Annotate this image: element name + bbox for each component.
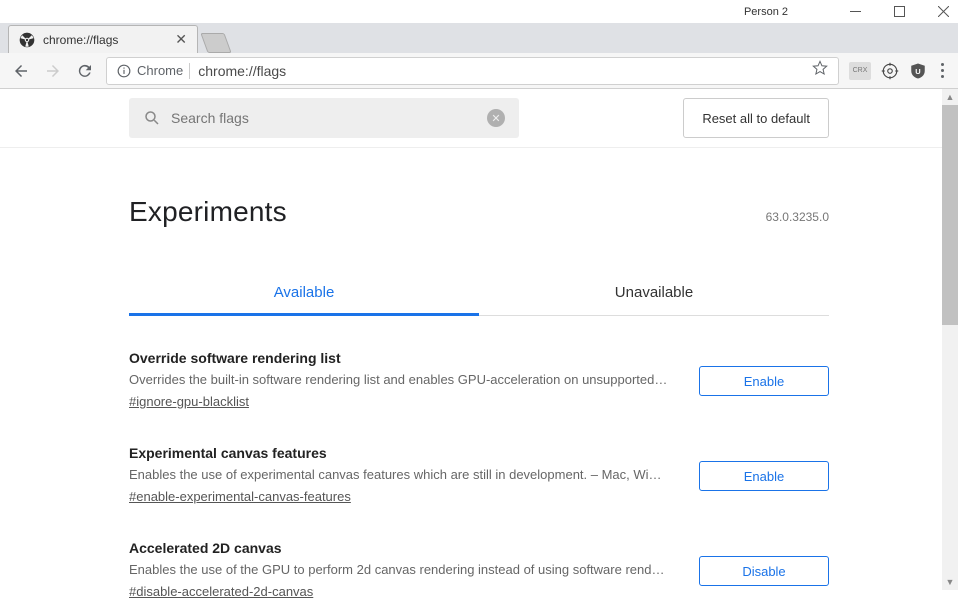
page-title: Experiments <box>129 196 287 228</box>
origin-chip: Chrome <box>117 63 190 79</box>
settings-extension-icon[interactable] <box>881 62 899 80</box>
scrollbar[interactable]: ▲ ▼ <box>942 89 958 590</box>
radiation-icon <box>19 32 35 48</box>
omnibox[interactable]: Chrome chrome://flags <box>106 57 839 85</box>
reset-all-button[interactable]: Reset all to default <box>683 98 829 138</box>
flag-item: Experimental canvas features Enables the… <box>129 445 829 506</box>
flag-description: Overrides the built-in software renderin… <box>129 372 679 387</box>
flag-anchor-link[interactable]: #ignore-gpu-blacklist <box>129 394 249 409</box>
flag-action-button[interactable]: Enable <box>699 366 829 396</box>
tab-unavailable[interactable]: Unavailable <box>479 270 829 315</box>
flag-anchor-link[interactable]: #enable-experimental-canvas-features <box>129 489 351 504</box>
profile-label[interactable]: Person 2 <box>744 6 788 18</box>
flag-action-button[interactable]: Disable <box>699 556 829 586</box>
back-button[interactable] <box>10 60 32 82</box>
flag-title: Experimental canvas features <box>129 445 679 461</box>
scroll-down-icon[interactable]: ▼ <box>942 574 958 590</box>
main-content: Experiments 63.0.3235.0 Available Unavai… <box>129 148 829 601</box>
flag-description: Enables the use of experimental canvas f… <box>129 467 679 482</box>
bookmark-star-icon[interactable] <box>812 60 828 81</box>
close-icon[interactable] <box>936 5 950 19</box>
scroll-thumb[interactable] <box>942 105 958 325</box>
search-icon <box>143 109 161 127</box>
info-icon <box>117 64 131 78</box>
top-panel: ✕ Reset all to default <box>0 89 958 148</box>
version-label: 63.0.3235.0 <box>766 210 829 224</box>
flag-item: Accelerated 2D canvas Enables the use of… <box>129 540 829 601</box>
reload-button[interactable] <box>74 60 96 82</box>
flag-title: Override software rendering list <box>129 350 679 366</box>
new-tab-button[interactable] <box>200 33 231 53</box>
tab-strip: chrome://flags ✕ <box>0 23 958 53</box>
origin-label: Chrome <box>137 63 183 78</box>
minimize-icon[interactable] <box>848 5 862 19</box>
search-input[interactable] <box>171 110 477 126</box>
crx-extension-icon[interactable]: CRX <box>849 62 871 80</box>
scroll-up-icon[interactable]: ▲ <box>942 89 958 105</box>
address-bar: Chrome chrome://flags CRX U <box>0 53 958 89</box>
tab-close-icon[interactable]: ✕ <box>175 31 187 48</box>
browser-tab[interactable]: chrome://flags ✕ <box>8 25 198 53</box>
svg-text:U: U <box>915 67 920 76</box>
search-clear-icon[interactable]: ✕ <box>487 109 505 127</box>
flag-description: Enables the use of the GPU to perform 2d… <box>129 562 679 577</box>
flag-action-button[interactable]: Enable <box>699 461 829 491</box>
url-text: chrome://flags <box>198 63 804 79</box>
tab-available[interactable]: Available <box>129 270 479 315</box>
scroll-track[interactable] <box>942 105 958 574</box>
extension-icons: CRX U <box>849 62 927 80</box>
search-box[interactable]: ✕ <box>129 98 519 138</box>
forward-button <box>42 60 64 82</box>
window-titlebar: Person 2 <box>0 0 958 23</box>
content-area: ✕ Reset all to default Experiments 63.0.… <box>0 89 958 590</box>
flag-title: Accelerated 2D canvas <box>129 540 679 556</box>
ublock-extension-icon[interactable]: U <box>909 62 927 80</box>
flag-item: Override software rendering list Overrid… <box>129 350 829 411</box>
tab-title: chrome://flags <box>43 33 167 47</box>
maximize-icon[interactable] <box>892 5 906 19</box>
browser-menu-icon[interactable] <box>937 63 948 78</box>
flag-anchor-link[interactable]: #disable-accelerated-2d-canvas <box>129 584 313 599</box>
tabs-row: Available Unavailable <box>129 270 829 316</box>
